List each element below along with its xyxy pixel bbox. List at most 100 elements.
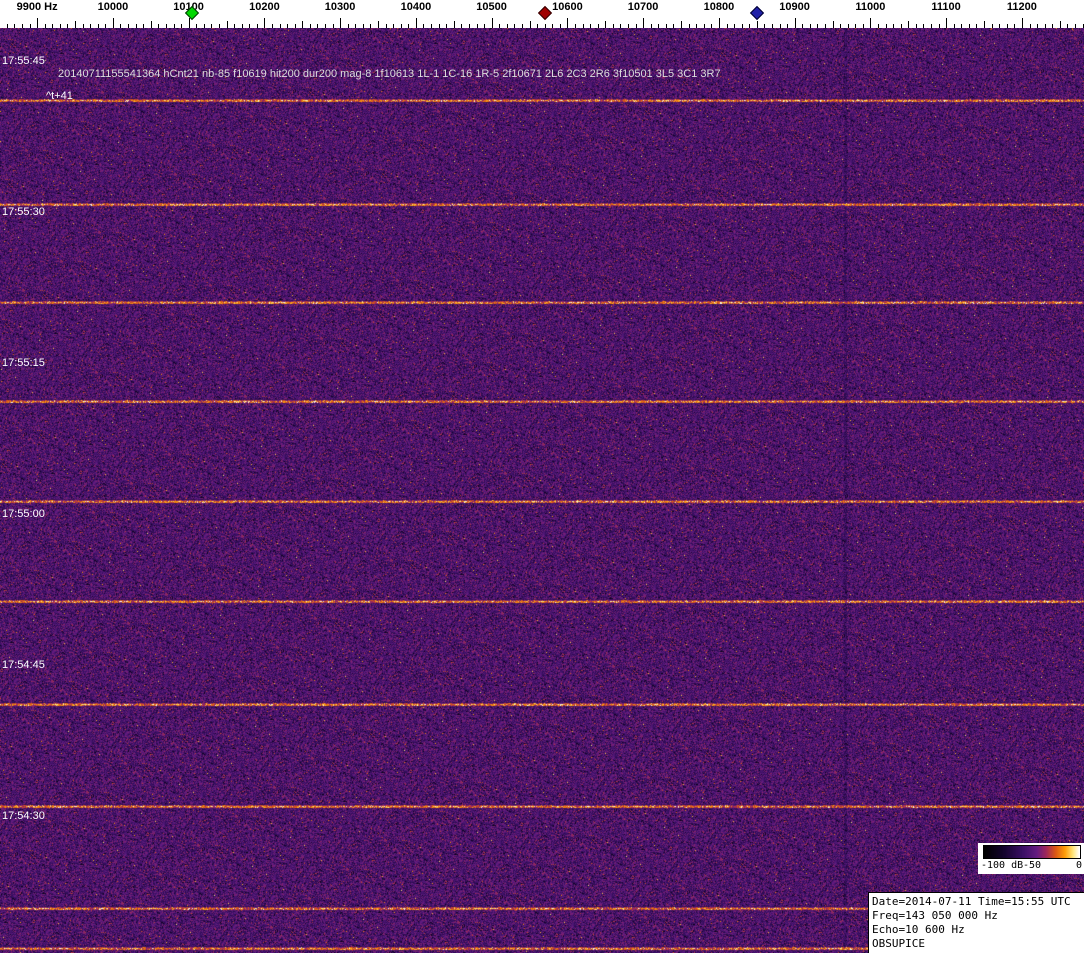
freq-tick bbox=[590, 24, 592, 28]
freq-tick bbox=[718, 18, 720, 28]
freq-tick bbox=[840, 24, 842, 28]
freq-tick bbox=[256, 24, 258, 28]
freq-label: 10200 bbox=[249, 1, 280, 13]
freq-tick bbox=[491, 18, 493, 28]
freq-tick bbox=[1006, 24, 1008, 28]
freq-tick bbox=[241, 24, 243, 28]
freq-label: 11100 bbox=[931, 1, 961, 13]
freq-tick bbox=[196, 24, 198, 28]
freq-tick bbox=[552, 24, 554, 28]
time-label: 17:55:30 bbox=[2, 206, 45, 218]
freq-tick bbox=[696, 24, 698, 28]
freq-tick bbox=[22, 24, 23, 28]
freq-tick bbox=[809, 24, 811, 28]
db-label-max: 0 bbox=[1075, 860, 1082, 871]
info-station-name: OBSUPICE bbox=[872, 937, 925, 950]
freq-tick bbox=[400, 24, 402, 28]
freq-tick bbox=[309, 24, 311, 28]
freq-tick bbox=[271, 24, 273, 28]
freq-label: 11000 bbox=[855, 1, 886, 13]
cursor-time-label: ^t+41 bbox=[46, 90, 73, 102]
freq-tick bbox=[703, 24, 705, 28]
freq-tick bbox=[158, 24, 160, 28]
freq-tick bbox=[1067, 24, 1069, 28]
freq-tick bbox=[143, 24, 145, 28]
freq-tick bbox=[658, 24, 660, 28]
freq-tick bbox=[893, 24, 895, 28]
freq-tick bbox=[961, 24, 963, 28]
freq-tick bbox=[817, 24, 819, 28]
freq-tick bbox=[438, 24, 440, 28]
freq-tick bbox=[908, 21, 910, 28]
freq-label: 10300 bbox=[324, 1, 356, 13]
freq-tick bbox=[824, 24, 826, 28]
freq-tick bbox=[415, 18, 417, 28]
freq-tick bbox=[211, 24, 213, 28]
freq-tick bbox=[393, 24, 395, 28]
freq-tick bbox=[1044, 24, 1046, 28]
freq-tick bbox=[567, 18, 569, 28]
freq-tick bbox=[779, 24, 781, 28]
freq-tick bbox=[650, 24, 652, 28]
frequency-ruler: 9900 Hz 10000 10100 10200 10300 10400 10500 106… bbox=[0, 0, 1084, 28]
freq-tick bbox=[347, 24, 349, 28]
spectrogram-canvas[interactable] bbox=[0, 28, 1084, 953]
freq-tick bbox=[385, 24, 387, 28]
freq-tick bbox=[294, 24, 296, 28]
freq-tick bbox=[287, 24, 289, 28]
freq-tick bbox=[597, 24, 599, 28]
freq-tick bbox=[575, 24, 576, 28]
time-label: 17:54:45 bbox=[2, 659, 45, 671]
freq-tick bbox=[605, 21, 607, 28]
freq-tick bbox=[855, 24, 857, 28]
freq-tick bbox=[446, 24, 448, 28]
freq-tick bbox=[529, 21, 531, 28]
freq-tick bbox=[931, 24, 932, 28]
freq-tick bbox=[226, 21, 228, 28]
freq-tick bbox=[665, 24, 667, 28]
freq-tick bbox=[559, 24, 561, 28]
freq-tick bbox=[135, 24, 137, 28]
freq-tick bbox=[726, 24, 728, 28]
freq-tick bbox=[756, 21, 758, 28]
freq-tick bbox=[794, 18, 796, 28]
time-label: 17:55:15 bbox=[2, 357, 45, 369]
freq-tick bbox=[771, 24, 773, 28]
freq-tick bbox=[802, 24, 804, 28]
freq-tick bbox=[999, 24, 1001, 28]
freq-tick bbox=[332, 24, 334, 28]
freq-tick bbox=[340, 18, 342, 28]
freq-label: 10400 bbox=[400, 1, 432, 13]
freq-tick bbox=[862, 24, 864, 28]
freq-tick bbox=[968, 24, 970, 28]
freq-tick bbox=[431, 24, 432, 28]
freq-tick bbox=[688, 24, 690, 28]
freq-tick bbox=[734, 24, 735, 28]
freq-tick bbox=[279, 24, 281, 28]
freq-tick bbox=[408, 24, 410, 28]
freq-tick bbox=[90, 24, 92, 28]
db-scale-labels: -100 dB -50 0 bbox=[980, 860, 1084, 872]
freq-tick bbox=[203, 24, 205, 28]
db-scale-legend: -100 dB -50 0 bbox=[978, 843, 1084, 874]
freq-tick bbox=[1029, 24, 1031, 28]
marker-diamond-red[interactable] bbox=[537, 5, 552, 21]
freq-tick bbox=[59, 24, 61, 28]
freq-label: 11200 bbox=[1006, 1, 1037, 13]
freq-tick bbox=[643, 18, 645, 28]
freq-tick bbox=[181, 24, 182, 28]
time-label: 17:54:30 bbox=[2, 810, 45, 822]
freq-tick bbox=[188, 18, 190, 28]
freq-tick bbox=[14, 24, 16, 28]
freq-label: 10900 bbox=[779, 1, 810, 13]
freq-tick bbox=[612, 24, 614, 28]
freq-tick bbox=[681, 21, 682, 28]
freq-tick bbox=[787, 24, 789, 28]
marker-diamond-blue[interactable] bbox=[749, 5, 764, 21]
freq-tick bbox=[900, 24, 902, 28]
freq-label: 9900 Hz bbox=[16, 1, 58, 13]
freq-tick bbox=[173, 24, 175, 28]
freq-tick bbox=[711, 24, 713, 28]
db-label-min: -100 dB bbox=[981, 860, 1024, 871]
freq-label: 10600 bbox=[552, 1, 583, 13]
